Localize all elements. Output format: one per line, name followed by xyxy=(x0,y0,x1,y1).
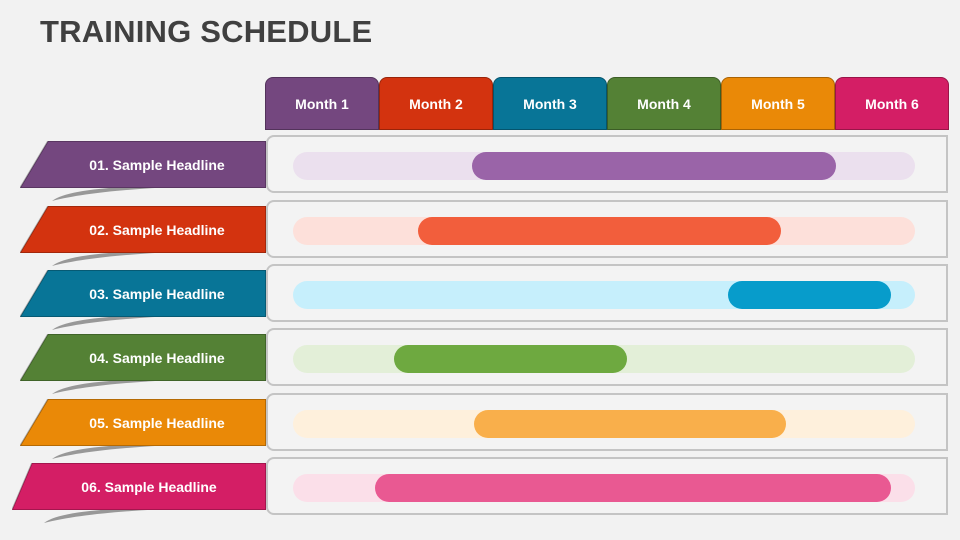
row-headline-text: 03. Sample Headline xyxy=(89,285,225,302)
timeline-box xyxy=(266,264,948,322)
row-headline: 03. Sample Headline xyxy=(20,270,266,317)
row-headline: 05. Sample Headline xyxy=(20,399,266,446)
timeline-bar xyxy=(472,152,836,180)
month-tab-1: Month 1 xyxy=(265,77,379,130)
timeline-bar xyxy=(418,217,782,245)
page-title: TRAINING SCHEDULE xyxy=(40,14,373,49)
timeline-bar xyxy=(393,345,628,373)
row-headline: 01. Sample Headline xyxy=(20,141,266,188)
timeline-bar xyxy=(727,281,891,309)
schedule-row: 06. Sample Headline xyxy=(0,456,960,523)
timeline-track xyxy=(293,152,915,180)
schedule-row: 03. Sample Headline xyxy=(0,263,960,330)
timeline-track xyxy=(293,345,915,373)
row-headline-text: 05. Sample Headline xyxy=(89,414,225,431)
month-header: Month 1 Month 2 Month 3 Month 4 Month 5 … xyxy=(265,77,949,130)
timeline-box xyxy=(266,328,948,386)
row-headline-text: 02. Sample Headline xyxy=(89,221,225,238)
schedule-row: 04. Sample Headline xyxy=(0,327,960,394)
timeline-bar xyxy=(375,474,891,502)
timeline-box xyxy=(266,135,948,193)
row-headline: 06. Sample Headline xyxy=(12,463,266,510)
row-headline-text: 01. Sample Headline xyxy=(89,156,225,173)
timeline-track xyxy=(293,217,915,245)
row-headline: 02. Sample Headline xyxy=(20,206,266,253)
month-tab-4: Month 4 xyxy=(607,77,721,130)
schedule-row: 01. Sample Headline xyxy=(0,134,960,201)
timeline-track xyxy=(293,281,915,309)
timeline-box xyxy=(266,393,948,451)
month-tab-6: Month 6 xyxy=(835,77,949,130)
timeline-box xyxy=(266,457,948,515)
row-headline: 04. Sample Headline xyxy=(20,334,266,381)
timeline-bar xyxy=(474,410,787,438)
month-tab-3: Month 3 xyxy=(493,77,607,130)
timeline-box xyxy=(266,200,948,258)
schedule-row: 02. Sample Headline xyxy=(0,199,960,266)
timeline-track xyxy=(293,410,915,438)
row-headline-text: 06. Sample Headline xyxy=(81,478,217,495)
row-headline-text: 04. Sample Headline xyxy=(89,349,225,366)
month-tab-5: Month 5 xyxy=(721,77,835,130)
schedule-row: 05. Sample Headline xyxy=(0,392,960,459)
month-tab-2: Month 2 xyxy=(379,77,493,130)
timeline-track xyxy=(293,474,915,502)
